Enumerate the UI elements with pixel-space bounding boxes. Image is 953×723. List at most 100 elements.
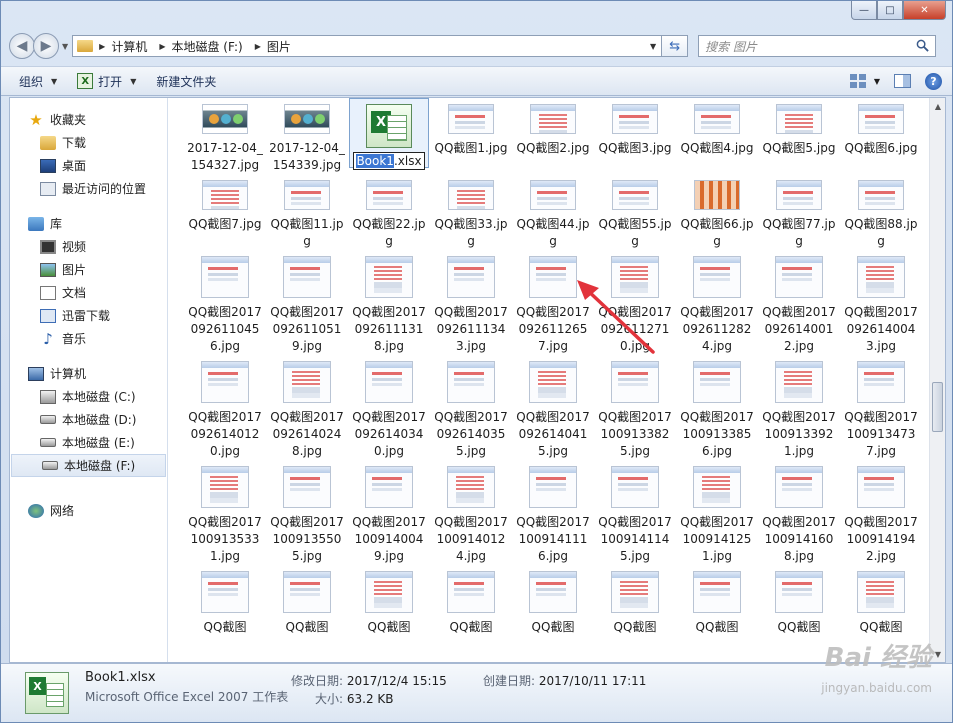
file-item[interactable]: QQ截图20170926140340.jpg — [348, 355, 430, 460]
file-item[interactable]: QQ截图1.jpg — [430, 98, 512, 174]
file-item[interactable]: QQ截图20170926111318.jpg — [348, 250, 430, 355]
scroll-down-icon[interactable]: ▼ — [930, 646, 946, 662]
new-folder-button[interactable]: 新建文件夹 — [146, 67, 226, 95]
file-item[interactable]: QQ截图20170926112710.jpg — [594, 250, 676, 355]
file-item[interactable]: QQ截图20171009141942.jpg — [840, 460, 922, 565]
sidebar-network[interactable]: 网络 — [10, 499, 167, 522]
file-item[interactable]: QQ截图 — [184, 565, 266, 636]
file-item[interactable]: QQ截图22.jpg — [348, 174, 430, 250]
chevron-right-icon[interactable]: ▶ — [255, 42, 261, 51]
forward-button[interactable]: ▶ — [33, 33, 59, 59]
file-item[interactable]: QQ截图6.jpg — [840, 98, 922, 174]
file-item[interactable]: QQ截图88.jpg — [840, 174, 922, 250]
refresh-button[interactable]: ⇆ — [662, 35, 689, 57]
sidebar-item-documents[interactable]: 文档 — [10, 281, 167, 304]
back-button[interactable]: ◀ — [9, 33, 35, 59]
file-item[interactable]: QQ截图20170926111343.jpg — [430, 250, 512, 355]
search-input[interactable]: 搜索 图片 — [698, 35, 937, 57]
file-item[interactable]: QQ截图20171009141116.jpg — [512, 460, 594, 565]
file-item[interactable]: QQ截图33.jpg — [430, 174, 512, 250]
file-item[interactable]: QQ截图20170926140012.jpg — [758, 250, 840, 355]
file-item[interactable]: QQ截图20170926110456.jpg — [184, 250, 266, 355]
file-item[interactable]: QQ截图55.jpg — [594, 174, 676, 250]
change-view-button[interactable]: ▼ — [849, 74, 880, 88]
sidebar-computer[interactable]: 计算机 — [10, 362, 167, 385]
chevron-right-icon[interactable]: ▶ — [159, 42, 165, 51]
sidebar-item-recent-places[interactable]: 最近访问的位置 — [10, 177, 167, 200]
file-item[interactable]: QQ截图44.jpg — [512, 174, 594, 250]
maximize-button[interactable]: □ — [877, 1, 903, 20]
file-item[interactable]: QQ截图20171009141145.jpg — [594, 460, 676, 565]
file-item[interactable]: QQ截图20170926112824.jpg — [676, 250, 758, 355]
rename-input[interactable]: Book1.xlsx — [353, 152, 425, 170]
sidebar-item-music[interactable]: ♪ 音乐 — [10, 327, 167, 350]
file-item[interactable]: QQ截图20171009135331.jpg — [184, 460, 266, 565]
file-item[interactable]: QQ截图20170926140415.jpg — [512, 355, 594, 460]
sidebar-item-videos[interactable]: 视频 — [10, 235, 167, 258]
file-item[interactable]: QQ截图20170926140043.jpg — [840, 250, 922, 355]
file-item[interactable]: QQ截图77.jpg — [758, 174, 840, 250]
file-item[interactable]: QQ截图7.jpg — [184, 174, 266, 250]
scroll-up-icon[interactable]: ▲ — [930, 98, 946, 114]
scrollbar-thumb[interactable] — [932, 382, 943, 432]
file-item[interactable]: QQ截图 — [266, 565, 348, 636]
file-item[interactable]: QQ截图20170926140248.jpg — [266, 355, 348, 460]
sidebar-item-drive-f[interactable]: 本地磁盘 (F:) — [11, 454, 166, 477]
file-item[interactable]: X Book1.xlsx — [348, 98, 430, 174]
sidebar-favorites[interactable]: ★ 收藏夹 — [10, 108, 167, 131]
sidebar-libraries[interactable]: 库 — [10, 212, 167, 235]
file-item[interactable]: QQ截图20170926110519.jpg — [266, 250, 348, 355]
file-item[interactable]: QQ截图20171009140049.jpg — [348, 460, 430, 565]
sidebar-item-desktop[interactable]: 桌面 — [10, 154, 167, 177]
file-item[interactable]: QQ截图20171009140124.jpg — [430, 460, 512, 565]
file-item[interactable]: QQ截图3.jpg — [594, 98, 676, 174]
close-button[interactable]: ✕ — [903, 1, 946, 20]
address-history-dropdown[interactable]: ▼ — [650, 42, 656, 51]
file-item[interactable]: QQ截图20171009134737.jpg — [840, 355, 922, 460]
file-item[interactable]: QQ截图 — [840, 565, 922, 636]
breadcrumb-computer[interactable]: 计算机 — [111, 38, 147, 55]
file-item[interactable]: QQ截图 — [512, 565, 594, 636]
organize-menu[interactable]: 组织 ▼ — [1, 67, 67, 95]
file-item[interactable]: QQ截图 — [758, 565, 840, 636]
file-item[interactable]: QQ截图66.jpg — [676, 174, 758, 250]
open-menu[interactable]: X 打开 ▼ — [67, 67, 146, 95]
file-item[interactable]: QQ截图 — [676, 565, 758, 636]
breadcrumb-drive-f[interactable]: 本地磁盘 (F:) — [171, 38, 242, 55]
file-item[interactable]: QQ截图20170926112657.jpg — [512, 250, 594, 355]
file-item[interactable]: QQ截图 — [594, 565, 676, 636]
help-icon[interactable]: ? — [925, 72, 942, 90]
file-item[interactable]: QQ截图5.jpg — [758, 98, 840, 174]
sidebar-item-drive-e[interactable]: 本地磁盘 (E:) — [10, 431, 167, 454]
minimize-button[interactable]: — — [851, 1, 877, 20]
file-item[interactable]: QQ截图 — [430, 565, 512, 636]
file-row: QQ截图20171009135331.jpg QQ截图20171009135505… — [184, 460, 924, 565]
sidebar-item-downloads[interactable]: 下载 — [10, 131, 167, 154]
file-item[interactable]: QQ截图20171009133856.jpg — [676, 355, 758, 460]
file-item[interactable]: QQ截图11.jpg — [266, 174, 348, 250]
sidebar-item-xunlei[interactable]: 迅雷下载 — [10, 304, 167, 327]
file-item[interactable]: QQ截图 — [348, 565, 430, 636]
chevron-right-icon[interactable]: ▶ — [99, 42, 105, 51]
file-item[interactable]: QQ截图20171009135505.jpg — [266, 460, 348, 565]
sidebar-item-drive-d[interactable]: 本地磁盘 (D:) — [10, 408, 167, 431]
file-item[interactable]: 2017-12-04_154339.jpg — [266, 98, 348, 174]
file-item[interactable]: QQ截图20171009133921.jpg — [758, 355, 840, 460]
file-item[interactable]: QQ截图20171009141251.jpg — [676, 460, 758, 565]
file-item[interactable]: QQ截图20171009133825.jpg — [594, 355, 676, 460]
search-icon[interactable] — [916, 39, 929, 52]
recent-pages-dropdown[interactable]: ▼ — [62, 42, 68, 51]
file-item[interactable]: QQ截图20171009141608.jpg — [758, 460, 840, 565]
vertical-scrollbar[interactable]: ▲ ▼ — [929, 98, 945, 662]
preview-pane-icon[interactable] — [894, 74, 911, 88]
sidebar-item-pictures[interactable]: 图片 — [10, 258, 167, 281]
file-item[interactable]: QQ截图2.jpg — [512, 98, 594, 174]
address-bar[interactable]: ▶ 计算机 ▶ 本地磁盘 (F:) ▶ 图片 ▼ — [72, 35, 663, 57]
file-item[interactable]: QQ截图20170926140120.jpg — [184, 355, 266, 460]
sidebar-item-drive-c[interactable]: 本地磁盘 (C:) — [10, 385, 167, 408]
file-item[interactable]: 2017-12-04_154327.jpg — [184, 98, 266, 174]
breadcrumb-pictures[interactable]: 图片 — [267, 38, 291, 55]
sidebar-item-label: 音乐 — [62, 332, 87, 346]
file-item[interactable]: QQ截图4.jpg — [676, 98, 758, 174]
file-item[interactable]: QQ截图20170926140355.jpg — [430, 355, 512, 460]
